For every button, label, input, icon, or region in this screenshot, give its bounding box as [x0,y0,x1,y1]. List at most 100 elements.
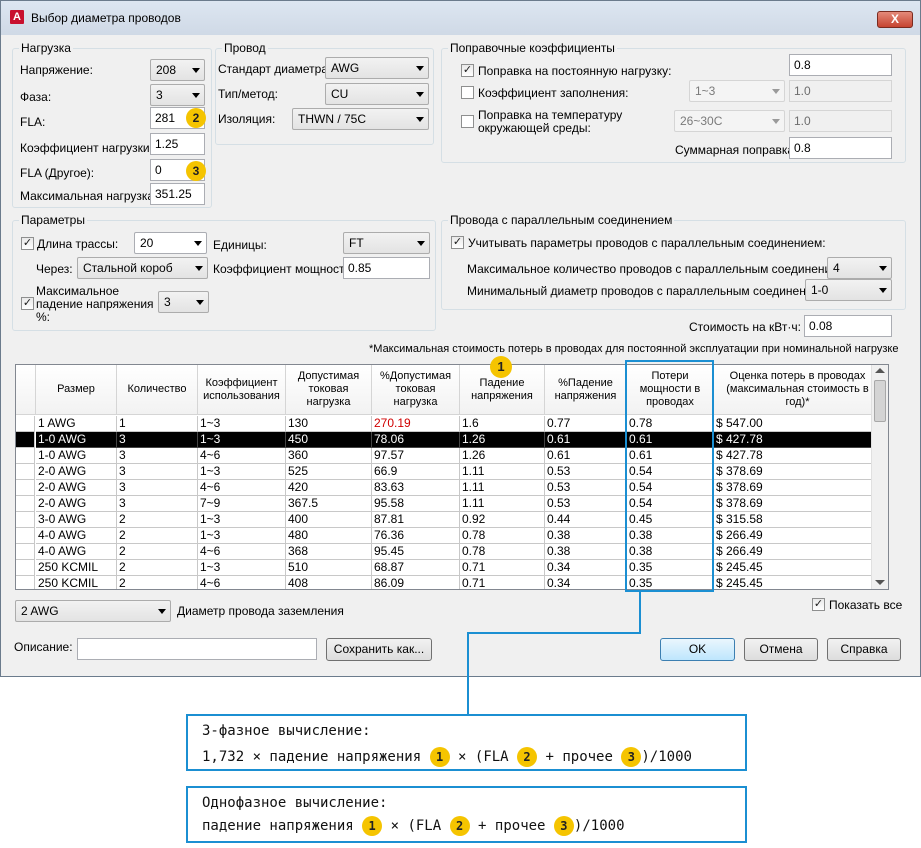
ambient-checkbox[interactable] [461,115,474,128]
table-row[interactable]: 3-0 AWG 2 1~3 400 87.81 0.92 0.44 0.45 $ 315.58 [16,512,882,528]
parallel-consider-label: Учитывать параметры проводов с параллель… [468,236,826,250]
table-row[interactable]: 2-0 AWG 3 1~3 525 66.9 1.11 0.53 0.54 $ 378.69 [16,464,882,480]
table-row[interactable]: 1-0 AWG 3 1~3 450 78.06 1.26 0.61 0.61 $ 427.78 [16,432,882,448]
table-row[interactable]: 1 AWG 1 1~3 130 270.19 1.6 0.77 0.78 $ 547.00 [16,416,882,432]
scroll-down-icon[interactable] [875,580,885,585]
units-dropdown[interactable]: FT [343,232,430,254]
cancel-button[interactable]: Отмена [744,638,818,661]
column-header[interactable]: Количество [117,365,198,415]
table-cell: 4~6 [198,480,286,496]
vertical-scrollbar[interactable] [871,365,888,589]
table-cell: 0.53 [545,464,627,480]
show-all-checkbox[interactable]: ✓ [812,598,825,611]
table-cell: 3 [117,448,198,464]
three-phase-formula: 1,732 × падение напряжения 1 × (FLA 2 + … [202,747,692,767]
table-cell: 420 [286,480,372,496]
parallel-checkbox[interactable]: ✓ [451,236,464,249]
wire-size-table[interactable]: Размер Количество Коэффициент использовани… [15,364,889,590]
badge-three: 3 [621,747,642,767]
load-factor-label: Коэффициент нагрузки: [20,141,153,155]
insulation-dropdown[interactable]: THWN / 75C [292,108,429,130]
table-row[interactable]: 2-0 AWG 3 7~9 367.5 95.58 1.11 0.53 0.54 $ 378.6… [16,496,882,512]
table-row[interactable]: 4-0 AWG 2 4~6 368 95.45 0.78 0.38 0.38 $ 266.49 [16,544,882,560]
table-row[interactable]: 250 KCMIL 2 1~3 510 68.87 0.71 0.34 0.35 $ 245.4… [16,560,882,576]
voltage-dropdown[interactable]: 208 [150,59,205,81]
row-selector[interactable] [16,432,35,448]
table-cell: 95.45 [372,544,460,560]
row-selector[interactable] [16,416,35,432]
row-selector[interactable] [16,576,35,589]
column-header[interactable]: Размер [36,365,117,415]
table-cell: 270.19 [372,416,460,432]
ambient-dropdown[interactable]: 26~30C [674,110,785,132]
table-cell: 68.87 [372,560,460,576]
table-cell: $ 266.49 [714,544,882,560]
description-field[interactable] [77,638,317,660]
min-diam-dropdown[interactable]: 1-0 [805,279,892,301]
max-drop-checkbox[interactable]: ✓ [21,297,34,310]
connector-line [467,632,469,715]
table-row[interactable]: 1-0 AWG 3 4~6 360 97.57 1.26 0.61 0.61 $ 427.78 [16,448,882,464]
table-row[interactable]: 2-0 AWG 3 4~6 420 83.63 1.11 0.53 0.54 $ 378.69 [16,480,882,496]
table-cell: 4-0 AWG [36,544,117,560]
cost-field[interactable]: 0.08 [804,315,892,337]
table-cell: 1-0 AWG [36,432,117,448]
row-selector[interactable] [16,464,35,480]
units-label: Единицы: [213,238,267,252]
through-dropdown[interactable]: Стальной короб [77,257,208,279]
row-selector[interactable] [16,496,35,512]
column-header[interactable]: %Допустимая токовая нагрузка [372,365,460,415]
standard-dropdown[interactable]: AWG [325,57,429,79]
footnote-text: *Максимальная стоимость потерь в провода… [369,343,899,355]
type-dropdown[interactable]: CU [325,83,429,105]
continuous-checkbox[interactable]: ✓ [461,64,474,77]
column-header[interactable]: %Падение напряжения [545,365,627,415]
run-length-checkbox[interactable]: ✓ [21,237,34,250]
chevron-down-icon [772,119,780,124]
help-button[interactable]: Справка [827,638,901,661]
continuous-field[interactable]: 0.8 [789,54,892,76]
table-cell: 250 KCMIL [36,560,117,576]
scroll-thumb[interactable] [874,380,886,422]
description-label: Описание: [14,640,73,654]
table-cell: 4~6 [198,448,286,464]
run-length-dropdown[interactable]: 20 [134,232,207,254]
formula-part: падение напряжения [202,818,354,834]
phase-dropdown[interactable]: 3 [150,84,205,106]
max-count-label: Максимальное количество проводов с парал… [467,262,850,276]
table-cell: 76.36 [372,528,460,544]
row-selector[interactable] [16,480,35,496]
chevron-down-icon [195,266,203,271]
table-cell: 0.61 [545,432,627,448]
row-selector[interactable] [16,448,35,464]
power-factor-field[interactable]: 0.85 [343,257,430,279]
through-label: Через: [36,262,73,276]
column-header[interactable]: Оценка потерь в проводах (максимальная с… [714,365,882,415]
formula-part: )/1000 [573,818,625,834]
max-count-dropdown[interactable]: 4 [827,257,892,279]
row-selector[interactable] [16,512,35,528]
table-row[interactable]: 250 KCMIL 2 4~6 408 86.09 0.71 0.34 0.35 $ 245.4… [16,576,882,589]
chevron-down-icon [772,89,780,94]
wire-legend: Провод [222,41,268,55]
title-bar[interactable]: A Выбор диаметра проводов X [1,1,920,35]
close-button[interactable]: X [877,11,913,28]
max-drop-dropdown[interactable]: 3 [158,291,209,313]
fill-dropdown[interactable]: 1~3 [689,80,785,102]
chevron-down-icon [194,241,202,246]
table-cell: 0.34 [545,576,627,589]
column-header[interactable]: Коэффициент использования [198,365,286,415]
fill-checkbox[interactable] [461,86,474,99]
ok-button[interactable]: OK [660,638,735,661]
row-selector[interactable] [16,560,35,576]
column-header[interactable]: Допустимая токовая нагрузка [286,365,372,415]
load-factor-field[interactable]: 1.25 [150,133,205,155]
row-selector[interactable] [16,528,35,544]
table-cell: 0.53 [545,480,627,496]
scroll-up-icon[interactable] [875,368,885,373]
ground-dropdown[interactable]: 2 AWG [15,600,171,622]
row-selector[interactable] [16,544,35,560]
save-as-button[interactable]: Сохранить как... [326,638,432,661]
table-cell: $ 378.69 [714,464,882,480]
table-row[interactable]: 4-0 AWG 2 1~3 480 76.36 0.78 0.38 0.38 $ 266.49 [16,528,882,544]
